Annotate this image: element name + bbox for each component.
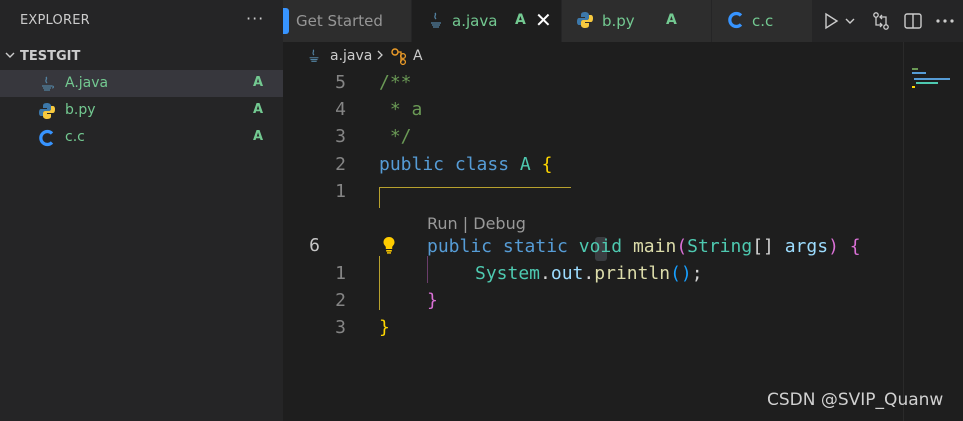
file-name: A.java (65, 75, 109, 91)
vscode-icon (283, 8, 289, 34)
minimap-line (916, 82, 938, 84)
minimap-line (912, 72, 926, 74)
explorer-header: EXPLORER ··· (0, 0, 283, 42)
watermark: CSDN @SVIP_Quanw (767, 390, 944, 410)
tab-label: c.c (752, 12, 774, 30)
file-name: c.c (65, 129, 85, 145)
file-item-a-java[interactable]: A.java A (0, 70, 283, 97)
type-name: String (687, 236, 753, 257)
ellipsis-icon[interactable]: ··· (246, 9, 264, 28)
tab-label: Get Started (296, 12, 383, 30)
line-number: 2 (335, 154, 346, 175)
bracket-guide (427, 256, 428, 283)
bracket-guide (379, 256, 380, 310)
keyword: static (502, 236, 568, 257)
codelens-run-debug[interactable]: Run | Debug (427, 214, 526, 233)
editor-tabbar: Get Started a.java A ✕ b.py A c.c (283, 0, 963, 42)
brace: } (379, 317, 390, 338)
breadcrumb-file[interactable]: a.java (330, 48, 372, 64)
method-name: main (632, 236, 677, 257)
class-name: System (475, 263, 541, 284)
code-line-println: System.out.println(); (475, 263, 703, 284)
line-number: 3 (335, 317, 346, 338)
folder-testgit[interactable]: TESTGIT (0, 46, 283, 68)
split-editor-icon[interactable] (902, 10, 924, 32)
tab-c-c[interactable]: c.c (712, 0, 813, 42)
minimap[interactable] (903, 42, 963, 421)
code-line-main-decl: public static void main(String[] args) { (427, 236, 861, 257)
more-icon[interactable] (934, 10, 956, 32)
tab-get-started[interactable]: Get Started (283, 0, 412, 42)
compare-changes-icon[interactable] (870, 10, 892, 32)
brace: } (427, 290, 438, 311)
code-comment: /** (379, 72, 412, 93)
explorer-sidebar: EXPLORER ··· TESTGIT A.java A b.py A c.c… (0, 0, 283, 421)
class-name: A (519, 154, 531, 175)
git-added-badge: A (666, 12, 677, 28)
line-number: 3 (335, 126, 346, 147)
chevron-down-icon (4, 49, 16, 64)
tab-a-java[interactable]: a.java A ✕ (412, 0, 562, 42)
class-symbol-icon (390, 47, 408, 69)
paren: ) (828, 236, 839, 257)
python-icon (576, 11, 594, 31)
git-added-badge: A (253, 102, 264, 117)
brace: { (849, 236, 861, 257)
java-icon (306, 48, 322, 68)
semicolon: ; (691, 263, 703, 284)
minimap-line (912, 68, 918, 70)
field: out (550, 263, 584, 284)
code-comment: * a (379, 99, 423, 120)
method-name: println (594, 263, 671, 284)
line-number: 1 (335, 263, 346, 284)
code-line-class-decl: public class A { (379, 154, 552, 175)
file-item-b-py[interactable]: b.py A (0, 97, 283, 124)
minimap-line (914, 78, 950, 80)
minimap-line (912, 86, 915, 88)
paren: ( (676, 236, 688, 257)
line-number: 5 (335, 72, 346, 93)
line-number: 1 (335, 181, 346, 202)
breadcrumb: a.java A (283, 42, 903, 70)
tab-label: b.py (602, 12, 635, 30)
tab-label: a.java (452, 12, 498, 30)
file-item-c-c[interactable]: c.c A (0, 124, 283, 151)
paren: () (670, 263, 692, 284)
brace: { (541, 154, 553, 175)
parameter: args (784, 236, 829, 257)
brackets: [] (752, 236, 774, 257)
current-line-number: 6 (309, 235, 320, 256)
python-icon (38, 102, 56, 120)
keyword: class (454, 154, 510, 175)
lightbulb-icon[interactable] (381, 236, 397, 258)
bracket-guide (379, 187, 571, 208)
keyword: public (379, 154, 445, 175)
run-icon[interactable] (820, 10, 842, 32)
file-name: b.py (65, 102, 96, 118)
keyword: public (427, 236, 493, 257)
explorer-title: EXPLORER (20, 13, 90, 28)
breadcrumb-symbol[interactable]: A (413, 48, 423, 64)
line-number: 4 (335, 99, 346, 120)
chevron-right-icon (375, 47, 385, 67)
c-icon (727, 11, 745, 31)
keyword-void: void (578, 236, 623, 257)
dot: . (583, 263, 595, 284)
tab-b-py[interactable]: b.py A (562, 0, 712, 42)
git-added-badge: A (253, 75, 264, 90)
line-number: 2 (335, 290, 346, 311)
folder-name: TESTGIT (20, 49, 81, 64)
code-editor[interactable]: 5 4 3 2 1 6 1 2 3 /** * a */ public clas… (283, 70, 903, 421)
chevron-down-icon[interactable] (844, 10, 856, 32)
git-added-badge: A (253, 129, 264, 144)
code-comment: */ (379, 126, 412, 147)
c-icon (38, 129, 56, 147)
close-icon[interactable]: ✕ (535, 8, 552, 32)
dot: . (540, 263, 551, 284)
java-icon (38, 75, 56, 93)
git-added-badge: A (515, 12, 526, 28)
java-icon (427, 11, 445, 31)
